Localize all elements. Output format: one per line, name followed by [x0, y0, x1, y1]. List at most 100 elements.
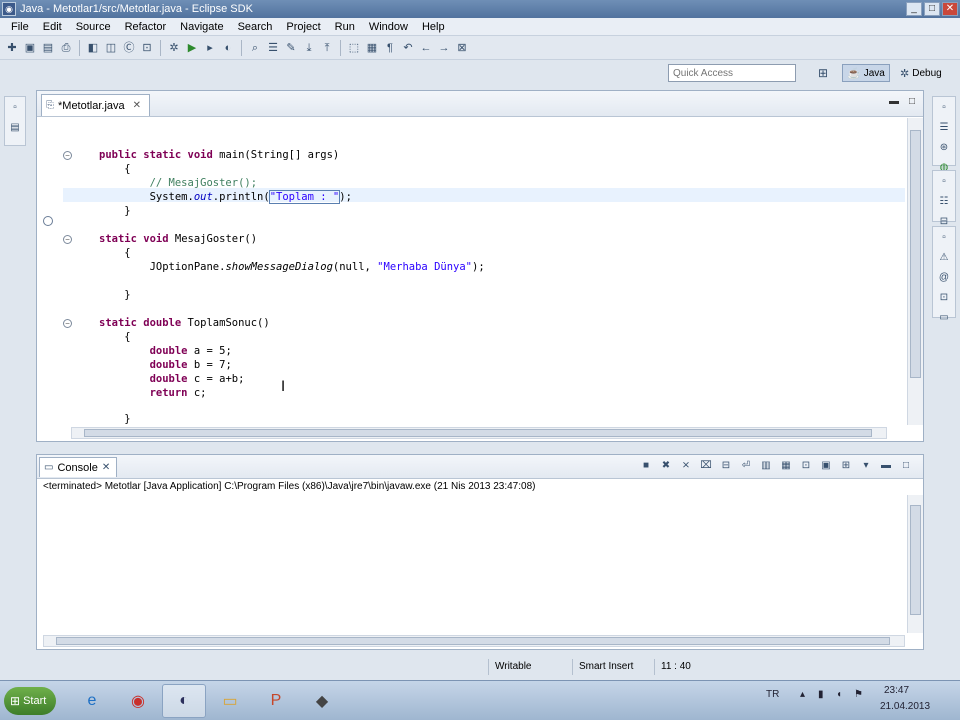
- coverage-icon[interactable]: ◐: [220, 40, 236, 56]
- restore-icon[interactable]: ▫: [8, 101, 22, 115]
- minimize-icon[interactable]: ▬: [879, 459, 893, 473]
- view-menu-icon[interactable]: ▾: [859, 459, 873, 473]
- eclipse-taskbar-icon[interactable]: ◐: [162, 684, 206, 718]
- quick-access-input[interactable]: [668, 64, 796, 82]
- console-vertical-scrollbar[interactable]: [907, 495, 923, 633]
- restore-icon[interactable]: ▫: [937, 231, 951, 245]
- restore-icon[interactable]: ▫: [937, 101, 951, 115]
- fold-toggle-icon[interactable]: −: [63, 235, 72, 244]
- file-explorer-icon[interactable]: ▭: [208, 684, 252, 718]
- close-button[interactable]: ✕: [942, 2, 958, 16]
- code-area[interactable]: − − − public static void main(String[] a…: [63, 118, 905, 425]
- restore-icon[interactable]: ▫: [937, 175, 951, 189]
- terminate-icon[interactable]: ■: [639, 459, 653, 473]
- problems-icon[interactable]: ⚠: [937, 251, 951, 265]
- save-icon[interactable]: ▣: [22, 40, 38, 56]
- package-explorer-icon[interactable]: ▤: [8, 121, 22, 135]
- back-icon[interactable]: ←: [418, 40, 434, 56]
- scroll-thumb[interactable]: [84, 429, 872, 437]
- editor-horizontal-scrollbar[interactable]: [71, 427, 887, 439]
- menu-source[interactable]: Source: [69, 21, 118, 33]
- declaration-icon[interactable]: ⊡: [937, 291, 951, 305]
- minimize-icon[interactable]: ▬: [889, 96, 899, 107]
- editor-vertical-scrollbar[interactable]: [907, 118, 923, 425]
- fold-toggle-icon[interactable]: −: [63, 319, 72, 328]
- new-class-icon[interactable]: Ⓒ: [121, 40, 137, 56]
- toggle-mark-icon[interactable]: ⬚: [346, 40, 362, 56]
- remove-launch-icon[interactable]: ✖: [659, 459, 673, 473]
- fold-toggle-icon[interactable]: −: [63, 151, 72, 160]
- internet-explorer-icon[interactable]: e: [70, 684, 114, 718]
- scroll-lock-icon[interactable]: ⊟: [719, 459, 733, 473]
- forward-icon[interactable]: →: [436, 40, 452, 56]
- print-icon[interactable]: ⎙: [58, 40, 74, 56]
- menu-run[interactable]: Run: [328, 21, 362, 33]
- prev-annotation-icon[interactable]: ⤒: [319, 40, 335, 56]
- run-icon[interactable]: ▶: [184, 40, 200, 56]
- pin-editor-icon[interactable]: ⊠: [454, 40, 470, 56]
- remove-all-launches-icon[interactable]: ⨯: [679, 459, 693, 473]
- close-tab-icon[interactable]: ✕: [133, 100, 141, 111]
- new-icon[interactable]: ✚: [4, 40, 20, 56]
- connect-mylyn-icon[interactable]: ⊛: [937, 141, 951, 155]
- menu-file[interactable]: File: [4, 21, 36, 33]
- annotation-icon[interactable]: ✎: [283, 40, 299, 56]
- console-horizontal-scrollbar[interactable]: [43, 635, 905, 647]
- last-edit-icon[interactable]: ↶: [400, 40, 416, 56]
- perspective-debug[interactable]: ✲ Debug: [896, 64, 946, 82]
- powerpoint-icon[interactable]: P: [254, 684, 298, 718]
- open-console-icon[interactable]: ⊞: [839, 459, 853, 473]
- open-task-icon[interactable]: ☰: [265, 40, 281, 56]
- scroll-thumb[interactable]: [910, 505, 921, 615]
- save-all-icon[interactable]: ▤: [40, 40, 56, 56]
- maximize-button[interactable]: □: [924, 2, 940, 16]
- menu-help[interactable]: Help: [415, 21, 452, 33]
- perspective-java[interactable]: ☕ Java: [842, 64, 890, 82]
- flag-icon[interactable]: ⚑: [854, 689, 863, 700]
- maximize-icon[interactable]: □: [899, 459, 913, 473]
- show-on-output-icon[interactable]: ▥: [759, 459, 773, 473]
- menu-navigate[interactable]: Navigate: [173, 21, 230, 33]
- console-output[interactable]: [39, 495, 905, 633]
- network-icon[interactable]: ▮: [818, 689, 824, 700]
- debug-icon[interactable]: ✲: [166, 40, 182, 56]
- show-whitespace-icon[interactable]: ¶: [382, 40, 398, 56]
- menu-window[interactable]: Window: [362, 21, 415, 33]
- maximize-icon[interactable]: □: [909, 96, 915, 107]
- clear-console-icon[interactable]: ⌧: [699, 459, 713, 473]
- scroll-thumb[interactable]: [910, 130, 921, 378]
- chrome-icon[interactable]: ◉: [116, 684, 160, 718]
- breakpoint-marker-icon[interactable]: [43, 216, 53, 226]
- editor-tab-metotlar[interactable]: ⎘ *Metotlar.java ✕: [41, 94, 151, 116]
- outline-icon[interactable]: ☷: [937, 195, 951, 209]
- new-java-project-icon[interactable]: ◧: [85, 40, 101, 56]
- minimize-button[interactable]: _: [906, 2, 922, 16]
- menu-project[interactable]: Project: [279, 21, 327, 33]
- language-indicator[interactable]: TR: [766, 689, 779, 700]
- menu-refactor[interactable]: Refactor: [118, 21, 174, 33]
- volume-icon[interactable]: ◖: [836, 689, 842, 700]
- show-on-error-icon[interactable]: ▦: [779, 459, 793, 473]
- start-button[interactable]: ⊞ Start: [4, 687, 56, 715]
- scroll-thumb[interactable]: [56, 637, 890, 645]
- menu-search[interactable]: Search: [231, 21, 280, 33]
- show-hidden-icons-icon[interactable]: ▴: [800, 689, 805, 700]
- clock-time[interactable]: 23:47: [884, 685, 909, 696]
- open-perspective-icon[interactable]: ⊞: [818, 66, 828, 80]
- task-list-icon[interactable]: ☰: [937, 121, 951, 135]
- open-type-icon[interactable]: ⊡: [139, 40, 155, 56]
- tab-console[interactable]: ▭ Console ✕: [39, 457, 118, 477]
- pin-console-icon[interactable]: ⊡: [799, 459, 813, 473]
- word-wrap-icon[interactable]: ⏎: [739, 459, 753, 473]
- new-package-icon[interactable]: ◫: [103, 40, 119, 56]
- next-annotation-icon[interactable]: ⤓: [301, 40, 317, 56]
- close-tab-icon[interactable]: ✕: [102, 462, 110, 473]
- run-external-icon[interactable]: ▸: [202, 40, 218, 56]
- recorder-icon[interactable]: ◆: [300, 684, 344, 718]
- search-icon[interactable]: ⌕: [247, 40, 263, 56]
- javadoc-icon[interactable]: @: [937, 271, 951, 285]
- display-console-icon[interactable]: ▣: [819, 459, 833, 473]
- clock-date[interactable]: 21.04.2013: [880, 701, 930, 712]
- console-view-icon[interactable]: ▭: [937, 311, 951, 325]
- menu-edit[interactable]: Edit: [36, 21, 69, 33]
